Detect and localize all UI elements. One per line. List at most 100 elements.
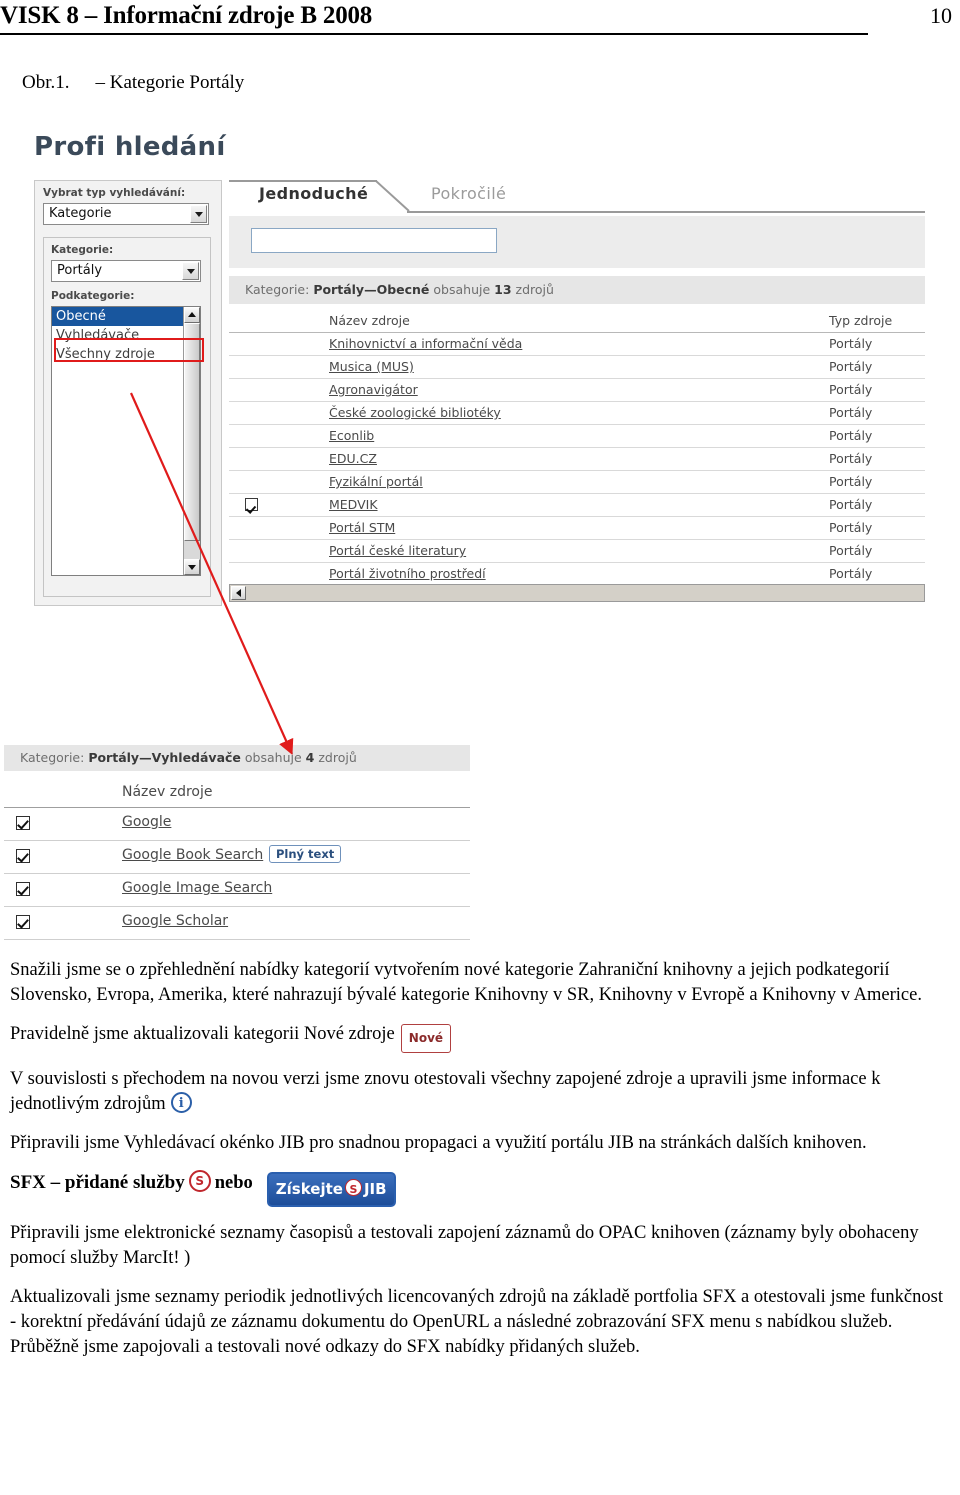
subcategory-label: Podkategorie: (51, 290, 135, 302)
category-select[interactable]: Portály (51, 260, 201, 282)
nove-badge[interactable]: Nové (400, 1024, 452, 1053)
scrollbar-grip (184, 541, 200, 561)
row-checkbox[interactable] (16, 882, 30, 896)
row-checkbox[interactable] (16, 816, 30, 830)
table-row[interactable]: Musica (MUS) Portály (229, 356, 925, 379)
table-row[interactable]: Portál STM Portály (229, 517, 925, 540)
chevron-down-icon[interactable] (190, 205, 207, 223)
search-type-label: Vybrat typ vyhledávání: (43, 187, 186, 199)
ziskejte-jib-button[interactable]: Získejte JIB (266, 1172, 396, 1207)
catbar-suffix: zdrojů (318, 750, 357, 765)
resource-link[interactable]: Google Scholar (122, 913, 228, 929)
resource-link[interactable]: Portál STM (329, 520, 395, 535)
paragraph-5: SFX – přidané služby nebo Získejte JIB (10, 1169, 950, 1207)
table-row[interactable]: Google Image Search (4, 874, 470, 907)
table-row[interactable]: EDU.CZ Portály (229, 448, 925, 471)
resource-link[interactable]: Agronavigátor (329, 382, 418, 397)
results-table: Název zdroje Google Google Book Search P… (4, 781, 470, 940)
resource-link[interactable]: Google (122, 814, 171, 830)
tab-jednoduche[interactable]: Jednoduché (259, 184, 368, 203)
horizontal-scrollbar[interactable] (229, 584, 925, 602)
resource-type: Portály (829, 382, 873, 397)
column-header-name: Název zdroje (122, 784, 213, 800)
resource-type: Portály (829, 474, 873, 489)
figure-caption: Obr.1. – Kategorie Portály (22, 72, 244, 94)
resource-type: Portály (829, 520, 873, 535)
chevron-down-icon[interactable] (182, 262, 199, 280)
resource-link[interactable]: EDU.CZ (329, 451, 377, 466)
sfx-heading: SFX – přidané služby (10, 1172, 185, 1193)
category-group: Kategorie: Portály Podkategorie: Obecné … (43, 237, 211, 597)
resource-type: Portály (829, 543, 873, 558)
row-checkbox[interactable] (16, 915, 30, 929)
resource-link[interactable]: České zoologické bibliotéky (329, 405, 501, 420)
tab-bar: Jednoduché Pokročilé (225, 180, 925, 216)
jib-button-left-label: Získejte (275, 1180, 343, 1198)
search-type-value: Kategorie (49, 206, 112, 221)
catbar-count: 13 (494, 282, 512, 297)
catbar-count: 4 (305, 750, 315, 765)
figure-title: – Kategorie Portály (95, 72, 245, 93)
resource-link[interactable]: MEDVIK (329, 497, 378, 512)
resource-type: Portály (829, 359, 873, 374)
scroll-up-icon[interactable] (184, 307, 200, 323)
table-row[interactable]: Google (4, 808, 470, 841)
resource-type: Portály (829, 428, 873, 443)
table-row[interactable]: Econlib Portály (229, 425, 925, 448)
sfx-icon (344, 1177, 362, 1202)
catbar-suffix: zdrojů (515, 282, 554, 297)
column-header-type: Typ zdroje (829, 313, 893, 328)
jib-button-right-label: JIB (363, 1180, 387, 1198)
tab-pokrocile[interactable]: Pokročilé (431, 184, 506, 203)
body-text: Snažili jsme se o zpřehlednění nabídky k… (10, 958, 950, 1374)
annotation-highlight-box (54, 338, 204, 362)
screenshot-profi-hledani: Profi hledání Vybrat typ vyhledávání: Ka… (20, 128, 940, 678)
tab-rule-right (407, 211, 925, 213)
results-panel: Jednoduché Pokročilé Kategorie: Portály—… (225, 180, 925, 602)
scroll-down-icon[interactable] (184, 559, 200, 575)
table-row[interactable]: České zoologické bibliotéky Portály (229, 402, 925, 425)
paragraph-3: V souvislosti s přechodem na novou verzi… (10, 1067, 950, 1117)
column-header-name: Název zdroje (329, 313, 410, 328)
resource-type: Portály (829, 451, 873, 466)
app-title: Profi hledání (34, 132, 226, 162)
table-row[interactable]: Portál životního prostředí Portály (229, 563, 925, 586)
category-label: Kategorie: (51, 244, 114, 256)
catbar-path: Portály—Vyhledávače (88, 750, 241, 765)
table-header-row: Název zdroje Typ zdroje (229, 310, 925, 333)
table-row[interactable]: Google Book Search Plný text (4, 841, 470, 874)
paragraph-6: Připravili jsme elektronické seznamy čas… (10, 1223, 919, 1268)
paragraph-2-text: Pravidelně jsme aktualizovali kategorii … (10, 1024, 395, 1044)
table-row[interactable]: Fyzikální portál Portály (229, 471, 925, 494)
resource-type: Portály (829, 336, 873, 351)
table-row[interactable]: Knihovnictví a informační věda Portály (229, 333, 925, 356)
row-checkbox[interactable] (16, 849, 30, 863)
scroll-left-icon[interactable] (231, 586, 246, 600)
table-row[interactable]: Google Scholar (4, 907, 470, 940)
resource-link[interactable]: Fyzikální portál (329, 474, 423, 489)
catbar-middle: obsahuje (244, 750, 302, 765)
search-bar (229, 216, 925, 268)
left-filter-panel: Vybrat typ vyhledávání: Kategorie Katego… (34, 180, 222, 606)
resource-link[interactable]: Econlib (329, 428, 374, 443)
table-row[interactable]: MEDVIK Portály (229, 494, 925, 517)
resource-link[interactable]: Knihovnictví a informační věda (329, 336, 522, 351)
listbox-item-obecne[interactable]: Obecné (52, 307, 200, 326)
table-row[interactable]: Portál české literatury Portály (229, 540, 925, 563)
table-header-row: Název zdroje (4, 781, 470, 808)
catbar-path: Portály—Obecné (313, 282, 430, 297)
resource-link[interactable]: Google Image Search (122, 880, 272, 896)
figure-number: Obr.1. (22, 72, 70, 93)
tab-edge-shape (375, 180, 411, 213)
resource-link[interactable]: Musica (MUS) (329, 359, 414, 374)
table-row[interactable]: Agronavigátor Portály (229, 379, 925, 402)
resource-link[interactable]: Google Book Search (122, 847, 263, 863)
resource-link[interactable]: Portál životního prostředí (329, 566, 486, 581)
search-input[interactable] (251, 228, 497, 253)
row-checkbox[interactable] (245, 498, 258, 511)
search-type-select[interactable]: Kategorie (43, 203, 209, 225)
info-icon[interactable] (170, 1091, 192, 1116)
paragraph-1: Snažili jsme se o zpřehlednění nabídky k… (10, 960, 922, 1005)
resource-link[interactable]: Portál české literatury (329, 543, 466, 558)
fulltext-badge[interactable]: Plný text (269, 845, 342, 863)
